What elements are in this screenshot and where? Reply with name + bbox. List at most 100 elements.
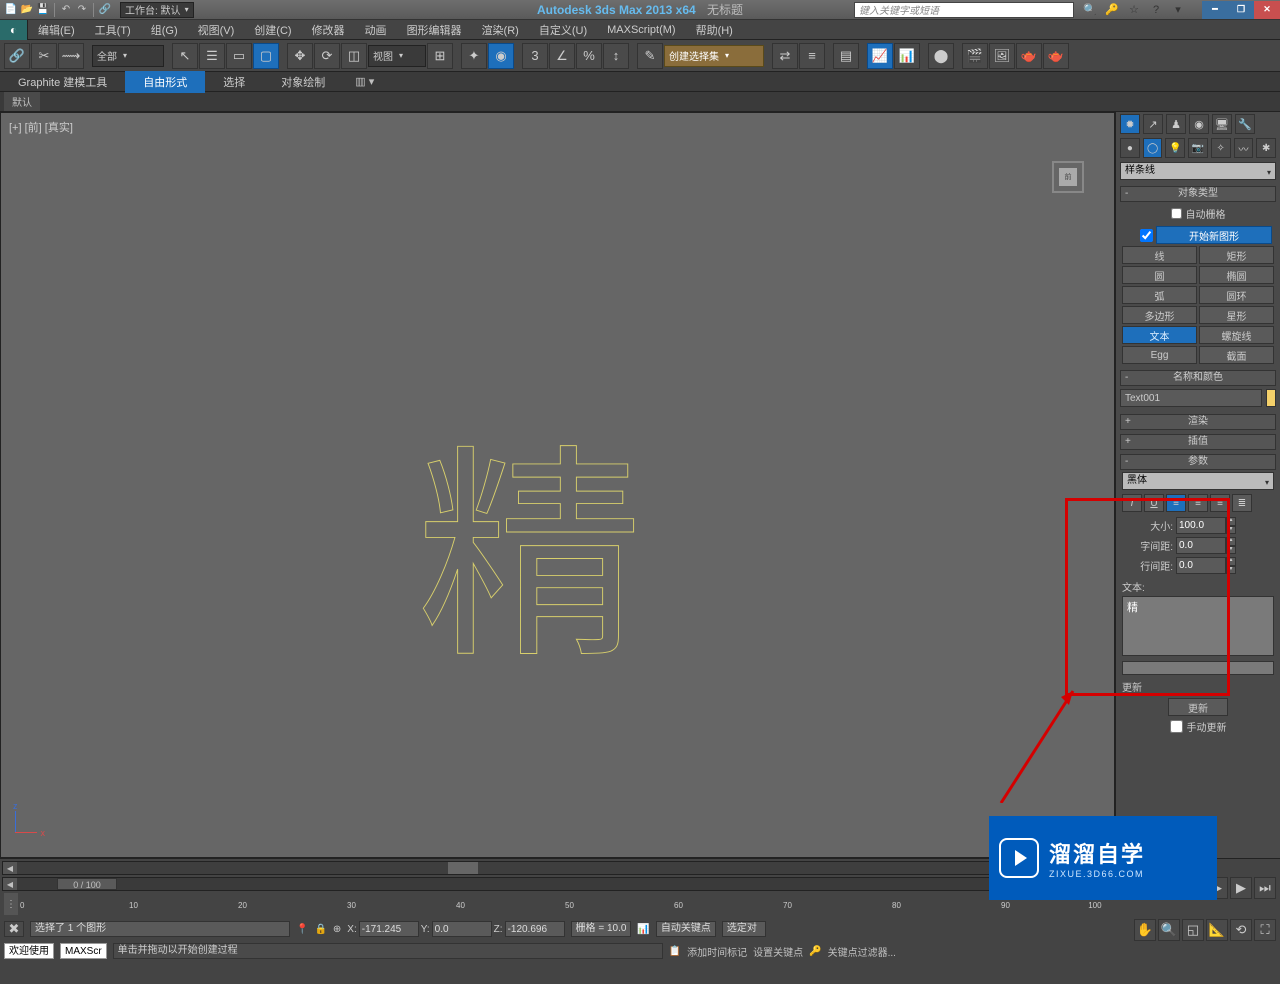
rollout-name-color[interactable]: 名称和颜色 bbox=[1120, 370, 1276, 386]
search-input[interactable]: 键入关键字或短语 bbox=[854, 2, 1074, 18]
graphite-tab-selection[interactable]: 选择 bbox=[205, 71, 263, 93]
orbit-view-icon[interactable]: ⟲ bbox=[1230, 919, 1252, 941]
rotate-tool-icon[interactable]: ⟳ bbox=[314, 43, 340, 69]
keymode-icon[interactable]: ◉ bbox=[488, 43, 514, 69]
menu-views[interactable]: 视图(V) bbox=[188, 19, 245, 41]
text-content-input[interactable]: 精 bbox=[1122, 596, 1274, 656]
rollout-parameters[interactable]: 参数 bbox=[1120, 454, 1276, 470]
shape-arc-button[interactable]: 弧 bbox=[1122, 286, 1197, 304]
star-icon[interactable]: ☆ bbox=[1126, 2, 1142, 18]
kerning-input[interactable] bbox=[1176, 537, 1226, 554]
app-menu-icon[interactable]: ◐ bbox=[0, 20, 28, 40]
unlink-tool-icon[interactable]: ✂ bbox=[31, 43, 57, 69]
zoom-view-icon[interactable]: 🔍 bbox=[1158, 919, 1180, 941]
curve-editor-icon[interactable]: 📈 bbox=[867, 43, 893, 69]
manipulate-icon[interactable]: ✦ bbox=[461, 43, 487, 69]
align-icon[interactable]: ≡ bbox=[799, 43, 825, 69]
helpers-cat-icon[interactable]: ✧ bbox=[1211, 138, 1231, 158]
coord-x-input[interactable] bbox=[359, 921, 419, 937]
undo-icon[interactable]: ↶ bbox=[59, 3, 73, 17]
timeline-ruler[interactable]: 0 10 20 30 40 50 60 70 80 90 100 bbox=[20, 893, 1110, 915]
auto-key-button[interactable]: 自动关键点 bbox=[656, 921, 716, 937]
align-justify-button[interactable]: ≣ bbox=[1232, 494, 1252, 512]
maxscript-badge[interactable]: MAXScr bbox=[60, 943, 107, 959]
shape-rectangle-button[interactable]: 矩形 bbox=[1199, 246, 1274, 264]
time-knob[interactable]: 0 / 100 bbox=[57, 878, 117, 890]
align-left-button[interactable]: ≡ bbox=[1166, 494, 1186, 512]
render-fb-icon[interactable]: 🖼 bbox=[989, 43, 1015, 69]
is-icon[interactable]: 📊 bbox=[637, 924, 649, 935]
key-filter-button[interactable]: 关键点过滤器... bbox=[828, 944, 896, 959]
menu-create[interactable]: 创建(C) bbox=[244, 19, 301, 41]
menu-edit[interactable]: 编辑(E) bbox=[28, 19, 85, 41]
shape-ngon-button[interactable]: 多边形 bbox=[1122, 306, 1197, 324]
graphite-tab-paint[interactable]: 对象绘制 bbox=[263, 71, 343, 93]
lights-cat-icon[interactable]: 💡 bbox=[1165, 138, 1185, 158]
coord-y-input[interactable] bbox=[432, 921, 492, 937]
spline-type-dropdown[interactable]: 样条线 bbox=[1120, 162, 1276, 180]
percent-snap-icon[interactable]: % bbox=[576, 43, 602, 69]
hierarchy-panel-icon[interactable]: ♟ bbox=[1166, 114, 1186, 134]
render-setup-icon[interactable]: 🎬 bbox=[962, 43, 988, 69]
help-icon[interactable]: ? bbox=[1148, 2, 1164, 18]
region-select-icon[interactable]: ▭ bbox=[226, 43, 252, 69]
shape-section-button[interactable]: 截面 bbox=[1199, 346, 1274, 364]
layer-manager-icon[interactable]: ▤ bbox=[833, 43, 859, 69]
link-tool-icon[interactable]: 🔗 bbox=[4, 43, 30, 69]
shape-text-button[interactable]: 文本 bbox=[1122, 326, 1197, 344]
set-key-button[interactable]: 设置关键点 bbox=[753, 944, 803, 959]
mirror-icon[interactable]: ⇄ bbox=[772, 43, 798, 69]
motion-panel-icon[interactable]: ◉ bbox=[1189, 114, 1209, 134]
render-prod-icon[interactable]: 🫖 bbox=[1016, 43, 1042, 69]
geometry-cat-icon[interactable]: ● bbox=[1120, 138, 1140, 158]
menu-tools[interactable]: 工具(T) bbox=[85, 19, 141, 41]
drop-icon[interactable]: ▾ bbox=[1170, 2, 1186, 18]
autogrid-checkbox[interactable] bbox=[1171, 208, 1182, 219]
maximize-button[interactable]: ❐ bbox=[1228, 1, 1254, 19]
timeline-options-icon[interactable]: ⋮ bbox=[4, 893, 18, 915]
cameras-cat-icon[interactable]: 📷 bbox=[1188, 138, 1208, 158]
fov-icon[interactable]: 📐 bbox=[1206, 919, 1228, 941]
time-slider[interactable]: ◀ 0 / 100 ▶ bbox=[2, 877, 1110, 891]
size-input[interactable] bbox=[1176, 517, 1226, 534]
shape-line-button[interactable]: 线 bbox=[1122, 246, 1197, 264]
pivot-center-icon[interactable]: ⊞ bbox=[427, 43, 453, 69]
key-icon[interactable]: 🔑 bbox=[1104, 2, 1120, 18]
coord-z-input[interactable] bbox=[505, 921, 565, 937]
open-icon[interactable]: 📂 bbox=[20, 3, 34, 17]
spinner-snap-icon[interactable]: ↕ bbox=[603, 43, 629, 69]
filter-dropdown[interactable]: 全部 bbox=[92, 45, 164, 67]
menu-animation[interactable]: 动画 bbox=[355, 19, 397, 41]
goto-end-icon[interactable]: ⏭ bbox=[1254, 877, 1276, 899]
viewport[interactable]: [+] [前] [真实] 前 精 bbox=[0, 112, 1115, 858]
selected-key-button[interactable]: 选定对 bbox=[722, 921, 766, 937]
manual-update-checkbox[interactable] bbox=[1170, 720, 1183, 733]
menu-customize[interactable]: 自定义(U) bbox=[529, 19, 597, 41]
zoom-extents-icon[interactable]: ◱ bbox=[1182, 919, 1204, 941]
menu-help[interactable]: 帮助(H) bbox=[686, 19, 743, 41]
graphite-tab-freeform[interactable]: 自由形式 bbox=[125, 71, 205, 93]
material-editor-icon[interactable]: ⬤ bbox=[928, 43, 954, 69]
scale-tool-icon[interactable]: ◫ bbox=[341, 43, 367, 69]
viewport-scrollbar[interactable]: ◀▶ bbox=[2, 861, 1110, 875]
minimize-button[interactable]: ━ bbox=[1202, 1, 1228, 19]
search-icon[interactable]: 🔍 bbox=[1082, 2, 1098, 18]
save-icon[interactable]: 💾 bbox=[36, 3, 50, 17]
bind-tool-icon[interactable]: ⟿ bbox=[58, 43, 84, 69]
next-frame-icon[interactable]: ▶ bbox=[1230, 877, 1252, 899]
snap-toggle-icon[interactable]: 3 bbox=[522, 43, 548, 69]
shape-circle-button[interactable]: 圆 bbox=[1122, 266, 1197, 284]
shape-ellipse-button[interactable]: 椭圆 bbox=[1199, 266, 1274, 284]
start-new-shape-checkbox[interactable] bbox=[1140, 229, 1153, 242]
graphite-tab-modeling[interactable]: Graphite 建模工具 bbox=[0, 71, 125, 93]
italic-button[interactable]: I bbox=[1122, 494, 1142, 512]
plus-icon[interactable]: ⊕ bbox=[333, 924, 341, 935]
display-panel-icon[interactable]: 🖥 bbox=[1212, 114, 1232, 134]
redo-icon[interactable]: ↷ bbox=[75, 3, 89, 17]
shape-donut-button[interactable]: 圆环 bbox=[1199, 286, 1274, 304]
tag-icon[interactable]: 📋 bbox=[669, 946, 681, 957]
name-select-icon[interactable]: ☰ bbox=[199, 43, 225, 69]
underline-button[interactable]: U bbox=[1144, 494, 1164, 512]
maximize-viewport-icon[interactable]: ⛶ bbox=[1254, 919, 1276, 941]
refcoord-dropdown[interactable]: 视图 bbox=[368, 45, 426, 67]
